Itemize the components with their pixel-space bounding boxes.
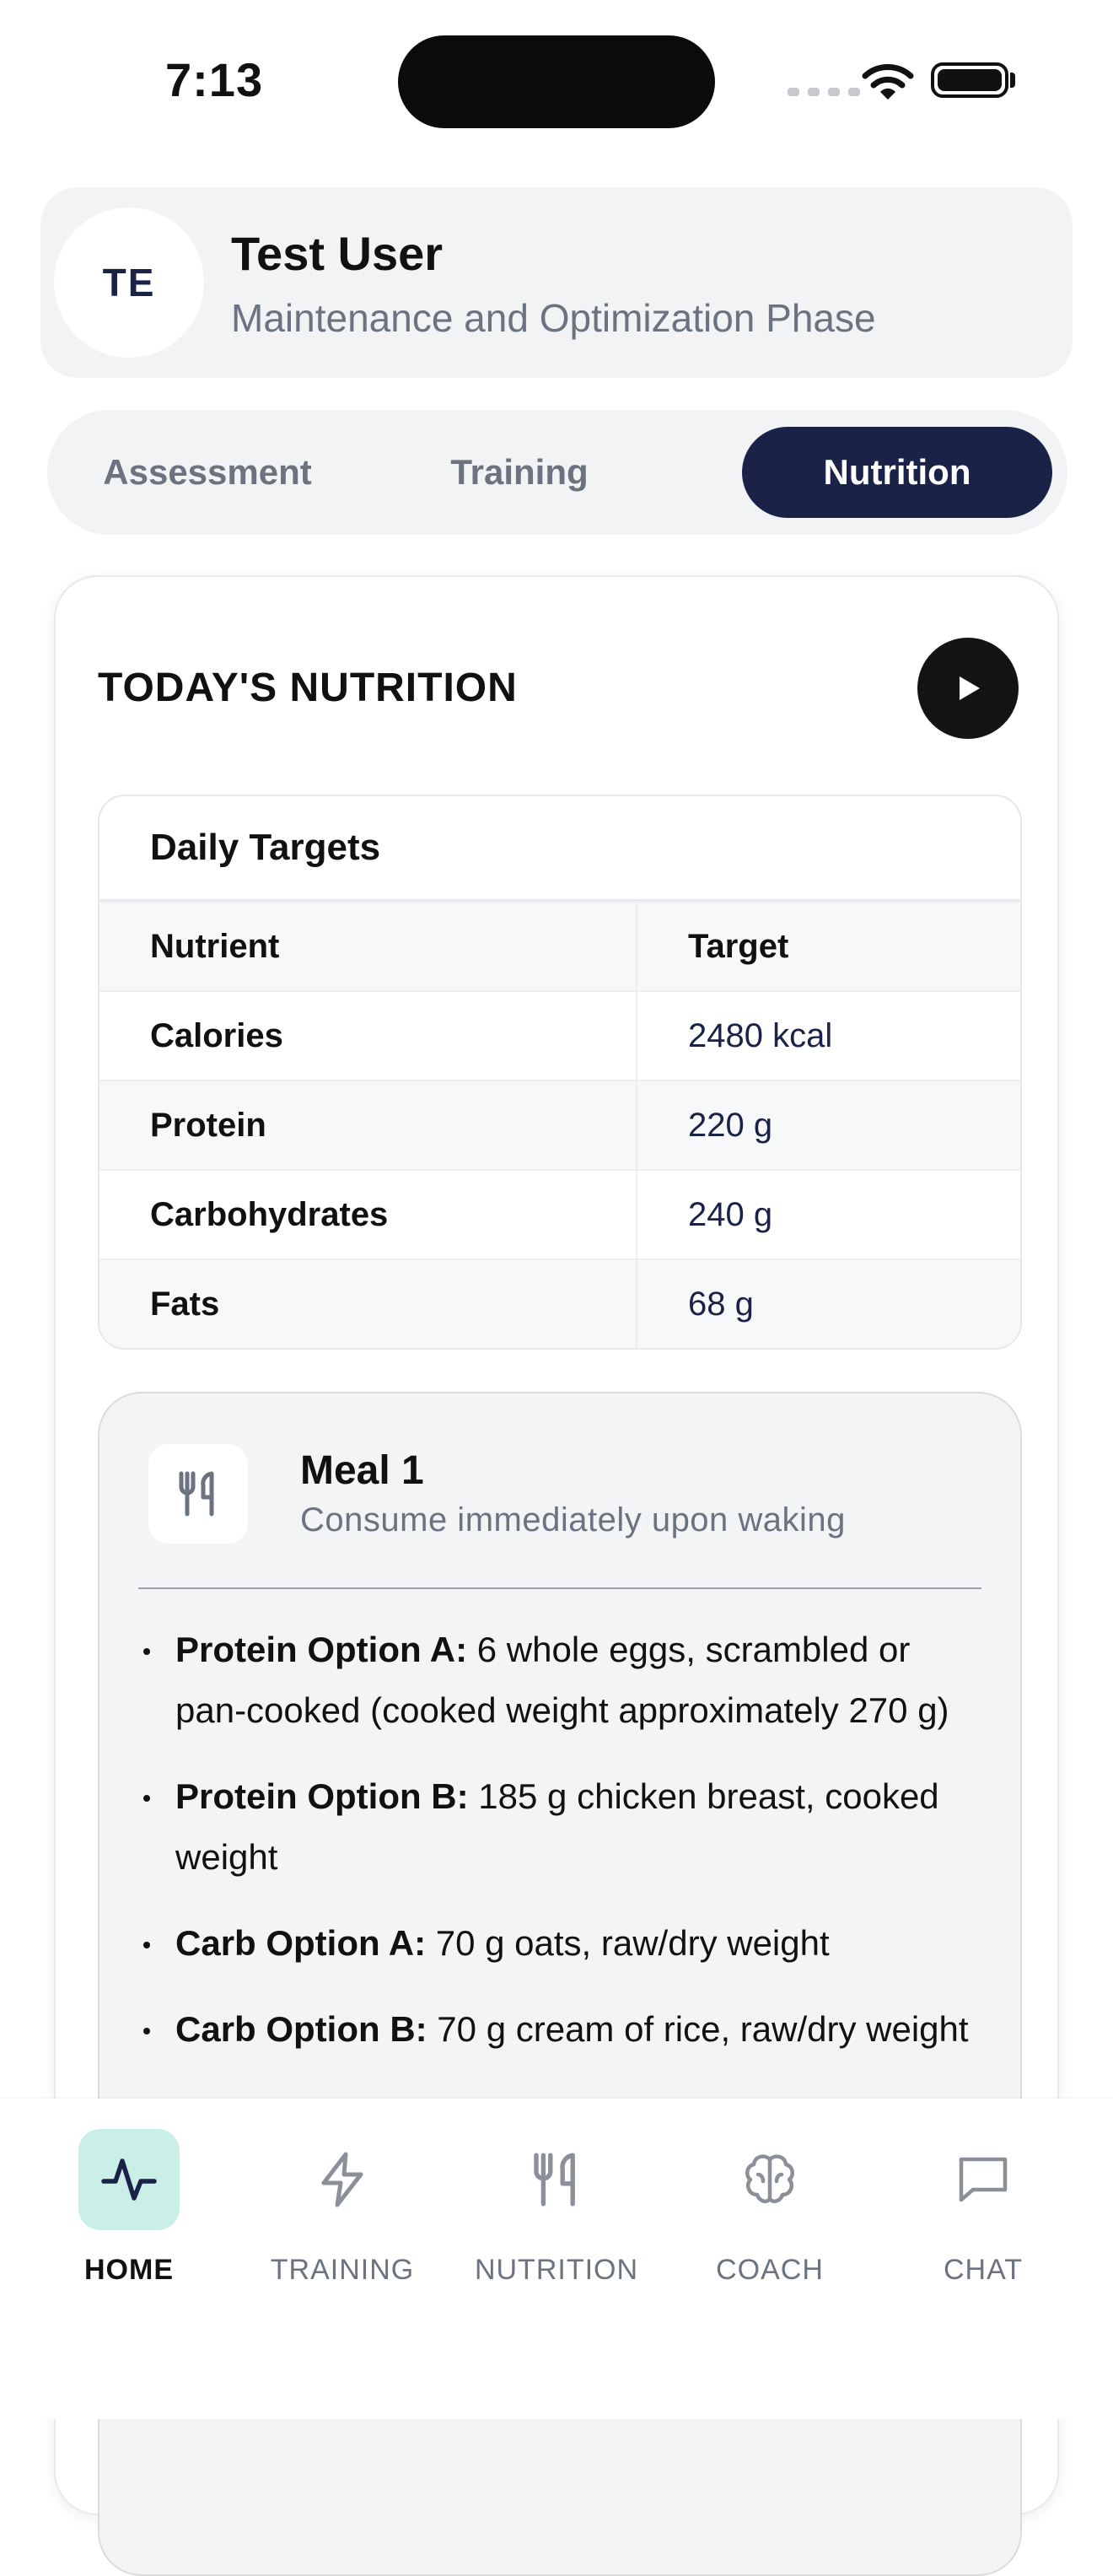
dynamic-island	[398, 35, 715, 128]
nav-home-icon-box	[78, 2129, 180, 2230]
user-phase: Maintenance and Optimization Phase	[231, 296, 876, 340]
list-item: Protein Option A: 6 whole eggs, scramble…	[138, 1619, 981, 1741]
section-title: TODAY'S NUTRITION	[98, 666, 518, 710]
option-label: Protein Option B:	[175, 1776, 469, 1816]
table-row: Carbohydrates 240 g	[99, 1169, 1020, 1258]
nutrient-cell: Protein	[99, 1081, 637, 1169]
wifi-icon	[862, 64, 914, 100]
cellular-signal-icon	[788, 88, 860, 96]
meal-title: Meal 1	[300, 1448, 424, 1493]
list-item: Carb Option A: 70 g oats, raw/dry weight	[138, 1913, 981, 1974]
list-item: Protein Option B: 185 g chicken breast, …	[138, 1766, 981, 1888]
avatar: TE	[54, 207, 204, 358]
nav-home-label: HOME	[84, 2254, 174, 2286]
nav-chat-label: CHAT	[943, 2254, 1024, 2286]
nutrient-cell: Calories	[99, 992, 637, 1080]
nav-coach[interactable]: COACH	[673, 2129, 867, 2287]
chat-bubble-icon	[959, 2157, 1008, 2202]
option-label: Protein Option A:	[175, 1630, 468, 1669]
target-cell: 240 g	[688, 1195, 773, 1233]
target-cell: 2480 kcal	[688, 1016, 833, 1054]
list-item: Carb Option B: 70 g cream of rice, raw/d…	[138, 1999, 981, 2060]
table-row: Protein 220 g	[99, 1080, 1020, 1169]
meal-icon-box	[148, 1444, 248, 1544]
nav-nutrition-icon-box	[506, 2129, 607, 2230]
column-header-target: Target	[688, 927, 789, 965]
daily-targets-table: Daily Targets Nutrient Target Calories 2…	[98, 795, 1022, 1350]
meal-divider	[138, 1587, 981, 1589]
nav-training-icon-box	[292, 2129, 393, 2230]
nav-coach-icon-box	[719, 2129, 820, 2230]
tab-nutrition[interactable]: Nutrition	[742, 427, 1052, 518]
play-icon	[960, 676, 980, 700]
tab-training[interactable]: Training	[418, 427, 621, 518]
option-text: 70 g oats, raw/dry weight	[426, 1923, 830, 1963]
battery-cap	[1010, 73, 1015, 88]
profile-card[interactable]: TE Test User Maintenance and Optimizatio…	[40, 187, 1073, 378]
nav-chat[interactable]: CHAT	[886, 2129, 1080, 2287]
option-text: 70 g cream of rice, raw/dry weight	[427, 2009, 969, 2049]
table-row: Calories 2480 kcal	[99, 990, 1020, 1080]
option-label: Carb Option A:	[175, 1923, 427, 1963]
pulse-icon	[101, 2158, 157, 2201]
target-cell: 220 g	[688, 1106, 773, 1144]
nav-chat-icon-box	[933, 2129, 1034, 2230]
battery-icon	[931, 62, 1008, 98]
nutrient-cell: Fats	[99, 1260, 637, 1348]
fork-knife-icon	[534, 2153, 575, 2207]
nav-coach-label: COACH	[716, 2254, 824, 2286]
table-row: Fats 68 g	[99, 1258, 1020, 1348]
lightning-icon	[321, 2152, 363, 2207]
nav-nutrition[interactable]: NUTRITION	[460, 2129, 653, 2287]
nav-home[interactable]: HOME	[32, 2129, 226, 2287]
bottom-nav: HOME TRAINING NUTRITION COACH CHAT	[0, 2099, 1113, 2419]
brain-icon	[745, 2154, 794, 2203]
meal-options-list: Protein Option A: 6 whole eggs, scramble…	[138, 1619, 981, 2085]
daily-targets-title: Daily Targets	[99, 796, 1020, 901]
nav-nutrition-label: NUTRITION	[474, 2254, 639, 2286]
play-button[interactable]	[917, 638, 1019, 739]
nutrient-cell: Carbohydrates	[99, 1171, 637, 1258]
nav-training-label: TRAINING	[270, 2254, 415, 2286]
nav-training[interactable]: TRAINING	[245, 2129, 439, 2287]
fork-knife-icon	[179, 1471, 214, 1517]
table-header-row: Nutrient Target	[99, 901, 1020, 990]
column-header-nutrient: Nutrient	[99, 903, 637, 990]
user-name: Test User	[231, 227, 444, 280]
target-cell: 68 g	[688, 1285, 754, 1323]
status-time: 7:13	[165, 53, 264, 106]
meal-subtitle: Consume immediately upon waking	[300, 1501, 846, 1539]
option-label: Carb Option B:	[175, 2009, 427, 2049]
tab-assessment[interactable]: Assessment	[81, 427, 334, 518]
section-tabs: Assessment Training Nutrition	[47, 410, 1067, 535]
